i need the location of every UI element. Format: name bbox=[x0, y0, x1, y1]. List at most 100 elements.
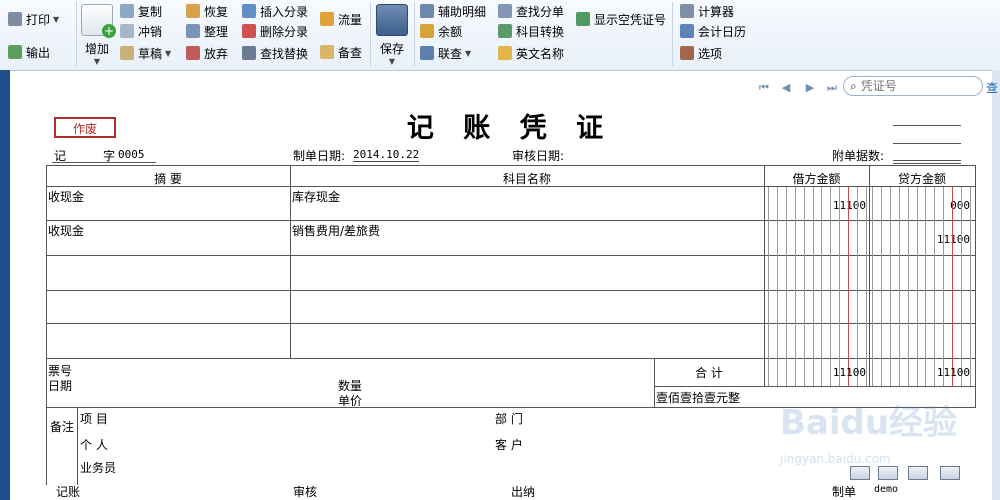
organize-button[interactable]: 整理 bbox=[186, 22, 228, 40]
linked-query-button[interactable]: 联查 ▼ bbox=[420, 44, 471, 62]
link-query-icon bbox=[420, 46, 434, 60]
voucher-number-input[interactable] bbox=[860, 79, 971, 93]
find-replace-button[interactable]: 查找替换 bbox=[242, 44, 308, 62]
save-button[interactable]: 保存 ▼ bbox=[374, 4, 410, 66]
credit-cell[interactable]: 11100 bbox=[872, 233, 970, 246]
reverse-icon bbox=[120, 24, 134, 38]
flow-chart-icon bbox=[320, 12, 334, 26]
person-label: 个 人 bbox=[80, 438, 108, 452]
restore-button[interactable]: 恢复 bbox=[186, 2, 228, 20]
account-cell[interactable]: 销售费用/差旅费 bbox=[292, 222, 380, 239]
printer-icon bbox=[8, 12, 22, 26]
note-icon[interactable] bbox=[850, 466, 870, 480]
debit-cell[interactable]: 11100 bbox=[770, 199, 866, 212]
column-header-credit: 贷方金额 bbox=[897, 172, 946, 186]
picture-icon[interactable] bbox=[878, 466, 898, 480]
options-button[interactable]: 选项 bbox=[680, 44, 722, 62]
review-date-label: 审核日期: bbox=[512, 149, 565, 163]
find-replace-icon bbox=[242, 46, 256, 60]
total-label: 合 计 bbox=[695, 366, 723, 380]
insert-entry-button[interactable]: 插入分录 bbox=[242, 2, 308, 20]
digit-column-line bbox=[866, 187, 867, 386]
attachment-icon[interactable] bbox=[908, 466, 928, 480]
find-icon bbox=[498, 4, 512, 18]
digit-column-line bbox=[872, 187, 873, 386]
digit-column-line bbox=[839, 187, 840, 386]
digit-column-line bbox=[813, 187, 814, 386]
left-panel-edge bbox=[0, 70, 10, 500]
check-icon bbox=[320, 45, 334, 59]
balance-button[interactable]: 余额 bbox=[420, 22, 462, 40]
amount-in-words: 壹佰壹拾壹元整 bbox=[656, 391, 741, 405]
delete-row-icon bbox=[242, 24, 256, 38]
voucher-number[interactable]: 0005 bbox=[118, 148, 145, 161]
digit-column-line bbox=[804, 187, 805, 386]
english-icon bbox=[498, 46, 512, 60]
reverse-button[interactable]: 冲销 bbox=[120, 22, 162, 40]
chevron-down-icon: ▼ bbox=[388, 57, 396, 66]
digit-column-line bbox=[917, 187, 918, 386]
scrollbar-track[interactable] bbox=[992, 70, 1000, 500]
digit-column-line bbox=[908, 187, 909, 386]
search-icon: ⌕ bbox=[850, 78, 857, 93]
copy-button[interactable]: 复制 bbox=[120, 2, 162, 20]
print-button[interactable]: 打印 ▼ bbox=[8, 10, 59, 28]
show-empty-number-button[interactable]: 显示空凭证号 bbox=[576, 10, 666, 28]
last-record-icon[interactable]: ⏭ bbox=[825, 81, 839, 95]
convert-icon bbox=[498, 24, 512, 38]
next-record-icon[interactable]: ▶ bbox=[803, 81, 817, 95]
date-label: 制单日期: bbox=[293, 149, 346, 163]
digit-column-line bbox=[925, 187, 926, 386]
summary-cell[interactable]: 收现金 bbox=[48, 188, 84, 205]
digit-column-line bbox=[881, 187, 882, 386]
total-credit: 11100 bbox=[936, 366, 970, 379]
export-icon bbox=[8, 45, 22, 59]
column-header-debit: 借方金额 bbox=[792, 172, 841, 186]
tools-icon bbox=[680, 46, 694, 60]
summary-cell[interactable]: 收现金 bbox=[48, 222, 84, 239]
chevron-down-icon: ▼ bbox=[53, 14, 60, 24]
abandon-button[interactable]: 放弃 bbox=[186, 44, 228, 62]
calculator-button[interactable]: 计算器 bbox=[680, 2, 734, 20]
search-button[interactable]: 查 bbox=[986, 79, 998, 96]
add-button[interactable]: + 增加 ▼ bbox=[80, 4, 116, 66]
account-cell[interactable]: 库存现金 bbox=[292, 188, 340, 205]
account-convert-button[interactable]: 科目转换 bbox=[498, 22, 564, 40]
numbering-icon bbox=[576, 12, 590, 26]
reviewer-label: 审核 bbox=[293, 485, 318, 499]
digit-column-line bbox=[821, 187, 822, 386]
coins-icon bbox=[420, 24, 434, 38]
digit-column-line bbox=[934, 187, 935, 386]
digit-column-line bbox=[970, 187, 971, 386]
attachments-label: 附单据数: bbox=[832, 149, 885, 163]
first-record-icon[interactable]: ⏮ bbox=[757, 81, 771, 95]
preparer-label: 制单 bbox=[832, 485, 857, 499]
total-debit: 11100 bbox=[832, 366, 866, 379]
previous-record-icon[interactable]: ◀ bbox=[779, 81, 793, 95]
salesperson-label: 业务员 bbox=[80, 461, 117, 475]
copy-icon bbox=[120, 4, 134, 18]
preparer-name: demo bbox=[874, 484, 899, 495]
column-header-account: 科目名称 bbox=[502, 172, 551, 186]
voucher-search-field[interactable]: ⌕ bbox=[843, 76, 983, 96]
aux-detail-button[interactable]: 辅助明细 bbox=[420, 2, 486, 20]
organize-icon bbox=[186, 24, 200, 38]
toolbar: 打印 ▼ 输出 + 增加 ▼ 复制 冲销 草稿 ▼ 恢复 整理 放弃 插入分录 删除… bbox=[0, 0, 1000, 71]
expand-down-icon[interactable] bbox=[940, 466, 960, 480]
credit-cell[interactable]: 000 bbox=[872, 199, 970, 212]
draft-button[interactable]: 草稿 ▼ bbox=[120, 44, 171, 62]
check-button[interactable]: 备查 bbox=[320, 43, 362, 61]
watermark-url: jingyan.baidu.com bbox=[780, 452, 891, 466]
digit-column-line bbox=[961, 187, 962, 386]
english-name-button[interactable]: 英文名称 bbox=[498, 44, 564, 62]
flow-button[interactable]: 流量 bbox=[320, 10, 362, 28]
column-header-summary: 摘 要 bbox=[154, 172, 182, 186]
digit-column-line bbox=[952, 187, 953, 386]
bookkeeper-label: 记账 bbox=[56, 485, 81, 499]
find-entry-button[interactable]: 查找分单 bbox=[498, 2, 564, 20]
export-button[interactable]: 输出 bbox=[8, 43, 50, 61]
accounting-calendar-button[interactable]: 会计日历 bbox=[680, 22, 746, 40]
voucher-date[interactable]: 2014.10.22 bbox=[353, 148, 420, 162]
delete-entry-button[interactable]: 删除分录 bbox=[242, 22, 308, 40]
abandon-icon bbox=[186, 46, 200, 60]
